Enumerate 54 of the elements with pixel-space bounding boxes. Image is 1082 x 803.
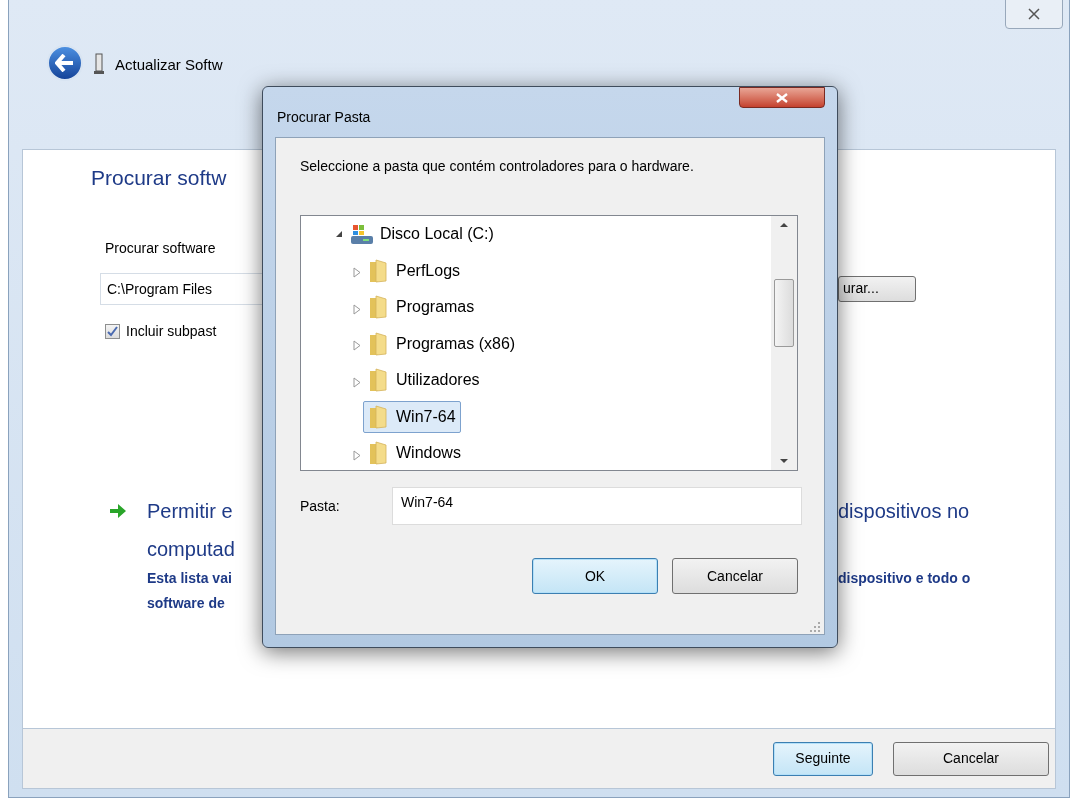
footer-button[interactable]: Seguinte: [773, 741, 873, 776]
folder-icon: [368, 331, 390, 356]
folder-label: Pasta:: [300, 496, 341, 516]
drive-icon: [350, 223, 374, 246]
window-title: Actualizar Softw: [115, 55, 223, 75]
option-title[interactable]: computad: [147, 533, 235, 564]
close-button[interactable]: [739, 87, 825, 108]
search-label: Procurar software: [105, 238, 216, 258]
option-title[interactable]: Permitir e: [147, 495, 233, 526]
browse-button[interactable]: urar...: [838, 275, 916, 302]
arrow-icon: [109, 502, 127, 519]
collapsed-triangle-icon[interactable]: [353, 303, 361, 315]
collapsed-triangle-icon[interactable]: [353, 376, 361, 388]
option-description: Esta lista vai: [147, 568, 232, 588]
tree-item[interactable]: PerfLogs: [363, 254, 466, 287]
tree-item[interactable]: Utilizadores: [363, 364, 485, 397]
footer-button[interactable]: Cancelar: [893, 741, 1049, 776]
collapsed-triangle-icon[interactable]: [353, 449, 361, 461]
tree-item[interactable]: Programas: [363, 291, 480, 324]
folder-icon: [368, 441, 390, 466]
checkbox-label: Incluir subpast: [126, 321, 217, 341]
folder-field[interactable]: Win7-64: [392, 487, 802, 525]
page-heading: Procurar softw: [91, 165, 227, 191]
folder-tree[interactable]: Disco Local (C:) PerfLogs Programas Programas (x86) Utilizadores Win7-64 Windows: [300, 215, 798, 471]
instruction-text: Seleccione a pasta que contém controladores para o hardware.: [300, 158, 695, 175]
option-title[interactable]: dispositivos no: [838, 495, 970, 526]
folder-icon: [368, 295, 390, 320]
scroll-down-icon[interactable]: [779, 458, 789, 464]
back-arrow-icon: [55, 54, 75, 72]
close-icon: [776, 92, 788, 103]
tree-item[interactable]: Windows: [363, 437, 466, 470]
checkmark-icon: [107, 325, 118, 337]
device-icon: [93, 53, 105, 75]
close-icon: [1028, 8, 1040, 20]
scrollbar[interactable]: [771, 216, 797, 470]
dialog-button[interactable]: Cancelar: [672, 558, 798, 594]
collapsed-triangle-icon[interactable]: [353, 267, 361, 279]
back-button[interactable]: [47, 45, 83, 81]
tree-item[interactable]: Disco Local (C:): [345, 218, 499, 251]
resize-grip-icon[interactable]: [810, 622, 820, 632]
option-description: dispositivo e todo o: [838, 568, 971, 588]
collapsed-triangle-icon[interactable]: [353, 340, 361, 352]
scroll-thumb[interactable]: [774, 279, 794, 347]
folder-icon: [368, 258, 390, 283]
tree-item[interactable]: Programas (x86): [363, 327, 521, 360]
scroll-up-icon[interactable]: [779, 222, 789, 228]
folder-icon: [368, 404, 390, 429]
tree-item[interactable]: Win7-64: [363, 400, 461, 433]
dialog-button[interactable]: OK: [532, 558, 658, 594]
checkbox[interactable]: [105, 323, 120, 339]
option-description: software de: [147, 593, 225, 613]
dialog-title: Procurar Pasta: [277, 108, 371, 127]
folder-icon: [368, 368, 390, 393]
expanded-triangle-icon[interactable]: [335, 230, 343, 239]
